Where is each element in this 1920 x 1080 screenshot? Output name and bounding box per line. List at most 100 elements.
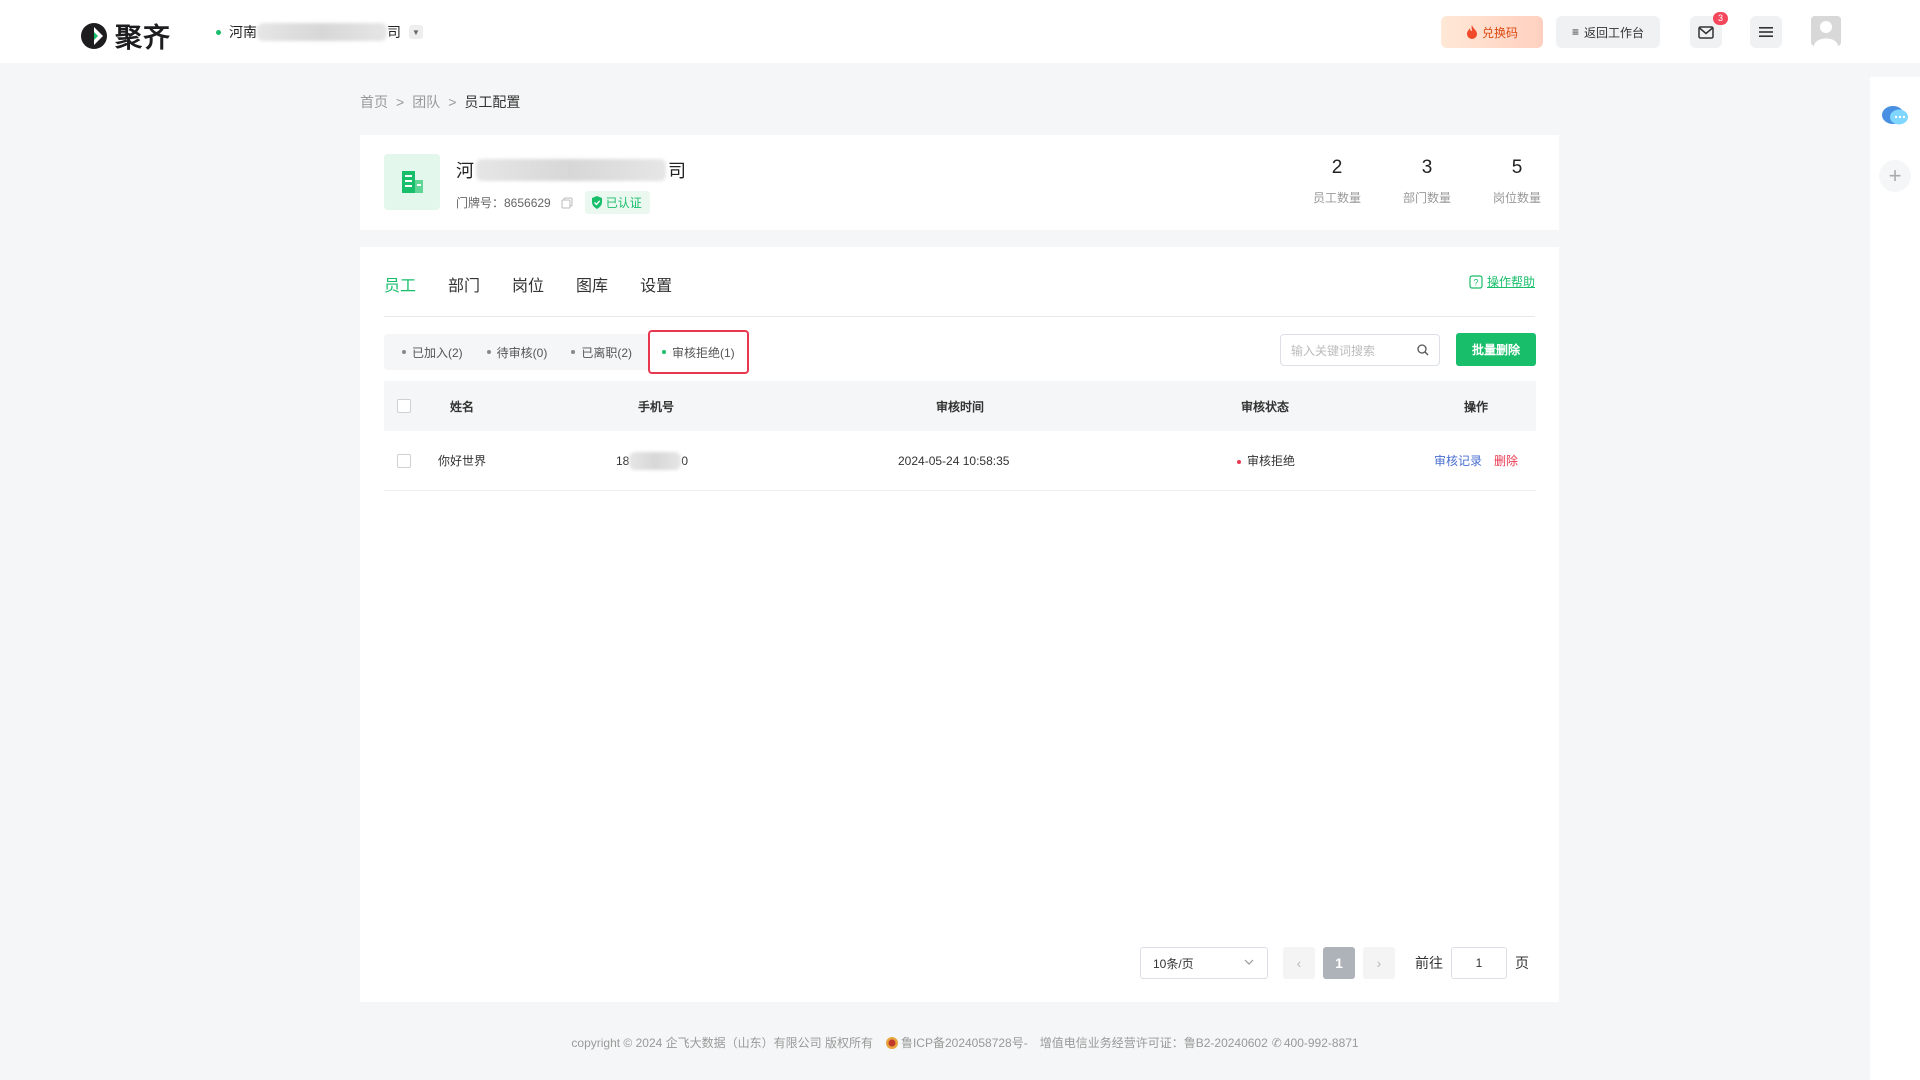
user-avatar[interactable] <box>1811 16 1841 46</box>
stat-position-count: 5 岗位数量 <box>1482 157 1552 206</box>
table-header: 姓名 手机号 审核时间 审核状态 操作 <box>384 381 1536 431</box>
building-icon <box>384 154 440 210</box>
phone-prefix: 18 <box>616 453 630 468</box>
breadcrumb: 首页 > 团队 > 员工配置 <box>360 92 520 112</box>
header-phone: 手机号 <box>638 399 675 414</box>
back-to-workbench-button[interactable]: ≡ 返回工作台 <box>1556 16 1660 48</box>
main-panel: 员工 部门 岗位 图库 设置 ? 操作帮助 已加入(2) 待审核(0) 已离职(… <box>360 247 1559 1002</box>
goto-label: 前往 <box>1415 955 1443 971</box>
pagination: 10条/页 ‹ 1 › 前往 页 <box>1140 947 1529 979</box>
stat-label: 部门数量 <box>1402 191 1451 205</box>
list-icon: ≡ <box>1571 25 1579 39</box>
company-name-suffix: 司 <box>668 161 686 181</box>
chevron-right-icon: > <box>396 94 405 110</box>
page-footer: copyright © 2024 企飞大数据（山东）有限公司 版权所有 鲁ICP… <box>0 1034 1870 1051</box>
help-link[interactable]: ? 操作帮助 <box>1469 273 1535 290</box>
footer-phone: 400-992-8871 <box>1283 1035 1359 1050</box>
company-meta: 门牌号：8656629 已认证 <box>456 191 650 214</box>
dropdown-caret-icon[interactable]: ▼ <box>409 25 423 39</box>
header-review-time: 审核时间 <box>936 399 985 414</box>
batch-delete-button[interactable]: 批量删除 <box>1456 333 1536 366</box>
chat-assistant-button[interactable] <box>1879 100 1911 132</box>
phone-icon: ✆ <box>1271 1035 1282 1050</box>
status-dot <box>1237 459 1241 464</box>
logo-text: 聚齐 <box>115 23 171 53</box>
row-checkbox[interactable] <box>397 453 411 468</box>
stat-department-count: 3 部门数量 <box>1392 157 1462 206</box>
copy-icon[interactable] <box>561 197 573 209</box>
search-icon <box>1417 344 1429 356</box>
redacted-text <box>629 451 682 470</box>
bullet-dot <box>402 350 406 354</box>
header-name: 姓名 <box>450 399 475 414</box>
app-logo[interactable]: 聚齐 <box>79 16 171 55</box>
company-switcher[interactable]: 河南 司 ▼ <box>216 22 423 42</box>
bullet-dot <box>486 350 491 354</box>
bullet-dot <box>571 350 576 354</box>
bullet-dot <box>662 350 667 354</box>
divider <box>384 316 1535 317</box>
page-size-label: 10条/页 <box>1153 956 1194 971</box>
status-filter-bar: 已加入(2) 待审核(0) 已离职(2) 审核拒绝(1) <box>384 330 749 374</box>
menu-button[interactable] <box>1750 16 1782 48</box>
breadcrumb-current: 员工配置 <box>464 94 521 110</box>
filter-label: 已加入(2) <box>412 345 463 360</box>
fire-icon <box>1466 25 1477 39</box>
cell-name: 你好世界 <box>438 454 487 468</box>
company-name: 河 司 <box>456 157 686 183</box>
filter-resigned[interactable]: 已离职(2) <box>559 334 644 370</box>
page-size-select[interactable]: 10条/页 <box>1140 947 1268 979</box>
breadcrumb-home[interactable]: 首页 <box>360 92 388 112</box>
prev-page-button[interactable]: ‹ <box>1283 947 1315 979</box>
footer-license: 增值电信业务经营许可证：鲁B2-20240602 <box>1039 1036 1268 1050</box>
next-page-button[interactable]: › <box>1363 947 1395 979</box>
help-icon: ? <box>1469 274 1483 289</box>
redeem-label: 兑换码 <box>1481 25 1518 40</box>
tab-positions[interactable]: 岗位 <box>512 272 544 296</box>
tab-gallery[interactable]: 图库 <box>576 272 608 296</box>
filter-pending[interactable]: 待审核(0) <box>475 334 560 370</box>
chevron-left-icon: ‹ <box>1296 955 1302 971</box>
table-row: 你好世界 18 0 2024-05-24 10:58:35 审核拒绝 审核记录删… <box>384 431 1536 491</box>
plus-icon: + <box>1888 163 1902 188</box>
filter-rejected[interactable]: 审核拒绝(1) <box>648 330 749 374</box>
verified-label: 已认证 <box>605 196 642 210</box>
cell-review-time: 2024-05-24 10:58:35 <box>898 453 1010 468</box>
filter-label: 待审核(0) <box>496 345 548 360</box>
stat-label: 员工数量 <box>1312 191 1361 205</box>
top-navbar: 聚齐 河南 司 ▼ 兑换码 ≡ 返回工作台 3 <box>0 0 1920 63</box>
search-input[interactable]: 输入关键词搜索 <box>1280 334 1440 366</box>
redacted-text <box>476 159 666 181</box>
mail-button[interactable]: 3 <box>1690 12 1728 48</box>
cell-phone: 18 0 <box>616 451 689 470</box>
company-name-prefix: 河 <box>456 161 474 181</box>
filter-joined[interactable]: 已加入(2) <box>390 334 475 370</box>
breadcrumb-team[interactable]: 团队 <box>412 92 440 112</box>
chevron-down-icon <box>1244 959 1254 965</box>
mail-icon <box>1698 25 1714 39</box>
hamburger-icon <box>1759 27 1773 37</box>
delete-link[interactable]: 删除 <box>1494 454 1518 468</box>
footer-icp[interactable]: 鲁ICP备2024058728号- <box>901 1034 1028 1051</box>
redacted-text <box>257 23 387 41</box>
tab-settings[interactable]: 设置 <box>640 272 672 296</box>
chevron-right-icon: > <box>448 94 457 110</box>
help-label: 操作帮助 <box>1486 275 1535 289</box>
header-actions: 操作 <box>1464 399 1489 414</box>
add-button[interactable]: + <box>1879 160 1911 192</box>
select-all-checkbox[interactable] <box>397 399 411 413</box>
phone-suffix: 0 <box>681 453 689 468</box>
company-name-prefix: 河南 <box>229 24 257 40</box>
tab-departments[interactable]: 部门 <box>448 272 480 296</box>
stat-label: 岗位数量 <box>1492 191 1541 205</box>
page-number-current[interactable]: 1 <box>1323 947 1355 979</box>
redeem-code-button[interactable]: 兑换码 <box>1441 16 1543 48</box>
goto-page-input[interactable] <box>1451 947 1507 979</box>
right-sidebar: + <box>1870 77 1920 1080</box>
review-record-link[interactable]: 审核记录 <box>1434 454 1482 468</box>
page-unit-label: 页 <box>1515 955 1529 971</box>
police-badge-icon <box>885 1036 898 1049</box>
svg-text:?: ? <box>1473 277 1478 287</box>
house-number: 门牌号：8656629 <box>456 196 551 210</box>
tab-employees[interactable]: 员工 <box>384 272 416 296</box>
